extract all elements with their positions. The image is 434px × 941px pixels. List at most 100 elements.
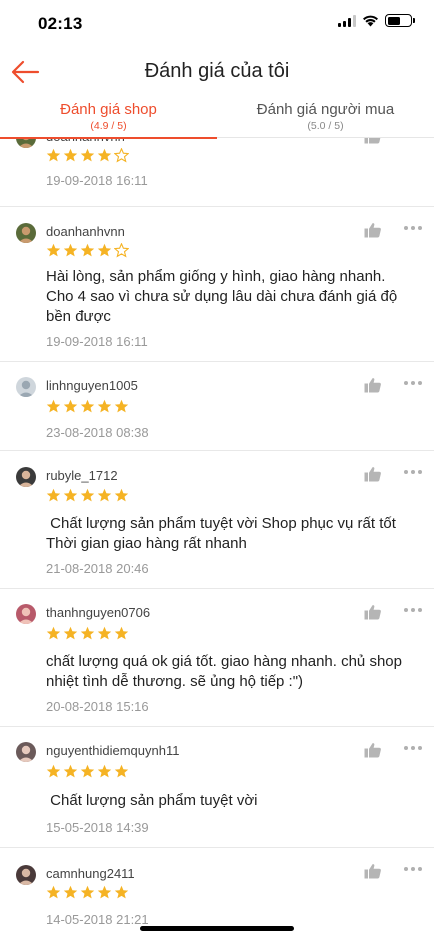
like-button[interactable] xyxy=(364,604,382,620)
thumbs-up-icon xyxy=(364,864,381,879)
like-button[interactable] xyxy=(364,466,382,482)
star-filled-icon xyxy=(80,399,95,413)
review-date: 23-08-2018 08:38 xyxy=(46,425,149,440)
star-rating xyxy=(46,399,129,414)
review-date: 15-05-2018 14:39 xyxy=(46,820,149,835)
star-filled-icon xyxy=(46,243,61,257)
star-filled-icon xyxy=(63,243,78,257)
star-filled-icon xyxy=(97,399,112,413)
more-options-icon[interactable] xyxy=(404,470,422,476)
review-username: linhnguyen1005 xyxy=(46,378,138,393)
star-filled-icon xyxy=(114,488,129,502)
avatar[interactable] xyxy=(16,467,36,487)
like-button[interactable] xyxy=(364,863,382,879)
star-filled-icon xyxy=(114,764,129,778)
cellular-signal-icon xyxy=(338,14,356,27)
star-filled-icon xyxy=(97,488,112,502)
star-rating xyxy=(46,764,129,779)
review-username: camnhung2411 xyxy=(46,866,135,881)
thumbs-up-icon xyxy=(364,378,381,393)
thumbs-up-icon xyxy=(364,743,381,758)
thumbs-up-icon xyxy=(364,467,381,482)
like-button[interactable] xyxy=(364,222,382,238)
star-rating xyxy=(46,488,129,503)
star-filled-icon xyxy=(63,148,78,162)
star-filled-icon xyxy=(114,626,129,640)
avatar[interactable] xyxy=(16,865,36,885)
star-filled-icon xyxy=(97,243,112,257)
avatar[interactable] xyxy=(16,138,36,148)
wifi-icon xyxy=(363,15,378,27)
tab-rating: (5.0 / 5) xyxy=(307,120,344,132)
page-title: Đánh giá của tôi xyxy=(144,60,290,82)
star-filled-icon xyxy=(114,399,129,413)
review-username: thanhnguyen0706 xyxy=(46,605,151,620)
review-date: 14-05-2018 21:21 xyxy=(46,912,149,927)
review-item: doanhanhvnn Hài lòng, sản phẩm giống y hì… xyxy=(0,207,434,362)
star-filled-icon xyxy=(46,885,61,899)
review-item: nguyenthidiemquynh11 Chất lượng sản phẩm… xyxy=(0,727,434,848)
more-options-icon[interactable] xyxy=(404,746,422,752)
review-item: doanhanhvnn19-09-2018 16:11 xyxy=(0,138,434,207)
star-filled-icon xyxy=(114,885,129,899)
tab-shop-reviews[interactable]: Đánh giá shop (4.9 / 5) xyxy=(0,96,217,139)
star-filled-icon xyxy=(46,148,61,162)
star-filled-icon xyxy=(63,626,78,640)
like-button[interactable] xyxy=(364,742,382,758)
more-options-icon[interactable] xyxy=(404,608,422,614)
star-filled-icon xyxy=(97,885,112,899)
review-date: 19-09-2018 16:11 xyxy=(46,173,148,188)
avatar[interactable] xyxy=(16,742,36,762)
review-username: doanhanhvnn xyxy=(46,224,125,239)
star-empty-icon xyxy=(114,243,129,258)
star-filled-icon xyxy=(80,885,95,899)
review-item: thanhnguyen0706 chất lượng quá ok giá tốt… xyxy=(0,589,434,727)
like-button[interactable] xyxy=(364,138,382,144)
star-filled-icon xyxy=(80,243,95,257)
review-list: doanhanhvnn19-09-2018 16:11 doanhanhvnn Hà… xyxy=(0,138,434,941)
review-text: Hài lòng, sản phẩm giống y hình, giao hà… xyxy=(46,268,402,325)
star-filled-icon xyxy=(63,764,78,778)
star-filled-icon xyxy=(97,148,112,162)
star-filled-icon xyxy=(80,764,95,778)
thumbs-up-icon xyxy=(364,138,381,144)
star-rating xyxy=(46,243,129,258)
tab-buyer-reviews[interactable]: Đánh giá người mua (5.0 / 5) xyxy=(217,96,434,138)
star-rating xyxy=(46,885,129,900)
star-filled-icon xyxy=(63,399,78,413)
avatar[interactable] xyxy=(16,604,36,624)
like-button[interactable] xyxy=(364,377,382,393)
star-filled-icon xyxy=(97,626,112,640)
star-rating xyxy=(46,148,129,163)
review-text: chất lượng quá ok giá tốt. giao hàng nha… xyxy=(46,653,407,690)
thumbs-up-icon xyxy=(364,223,381,238)
review-username: nguyenthidiemquynh11 xyxy=(46,743,180,758)
star-filled-icon xyxy=(80,148,95,162)
review-text: Chất lượng sản phẩm tuyệt vời xyxy=(46,792,258,809)
star-filled-icon xyxy=(46,488,61,502)
review-item: linhnguyen1005 23-08-2018 08:38 xyxy=(0,362,434,451)
star-rating xyxy=(46,626,129,641)
status-icons xyxy=(338,14,415,27)
star-filled-icon xyxy=(80,626,95,640)
star-filled-icon xyxy=(46,399,61,413)
active-tab-indicator xyxy=(0,137,217,139)
review-text: Chất lượng sản phẩm tuyệt vời Shop phục … xyxy=(46,515,396,552)
avatar[interactable] xyxy=(16,223,36,243)
tab-label: Đánh giá shop xyxy=(60,101,157,118)
status-bar: 02:13 xyxy=(0,0,434,46)
tab-label: Đánh giá người mua xyxy=(256,101,395,118)
star-empty-icon xyxy=(114,148,129,163)
avatar[interactable] xyxy=(16,377,36,397)
home-indicator xyxy=(140,926,294,931)
star-filled-icon xyxy=(63,885,78,899)
more-options-icon[interactable] xyxy=(404,226,422,232)
star-filled-icon xyxy=(80,488,95,502)
star-filled-icon xyxy=(63,488,78,502)
tab-rating: (4.9 / 5) xyxy=(90,120,127,132)
thumbs-up-icon xyxy=(364,605,381,620)
more-options-icon[interactable] xyxy=(404,867,422,873)
battery-icon xyxy=(385,14,415,27)
more-options-icon[interactable] xyxy=(404,381,422,387)
status-time: 02:13 xyxy=(38,14,83,33)
